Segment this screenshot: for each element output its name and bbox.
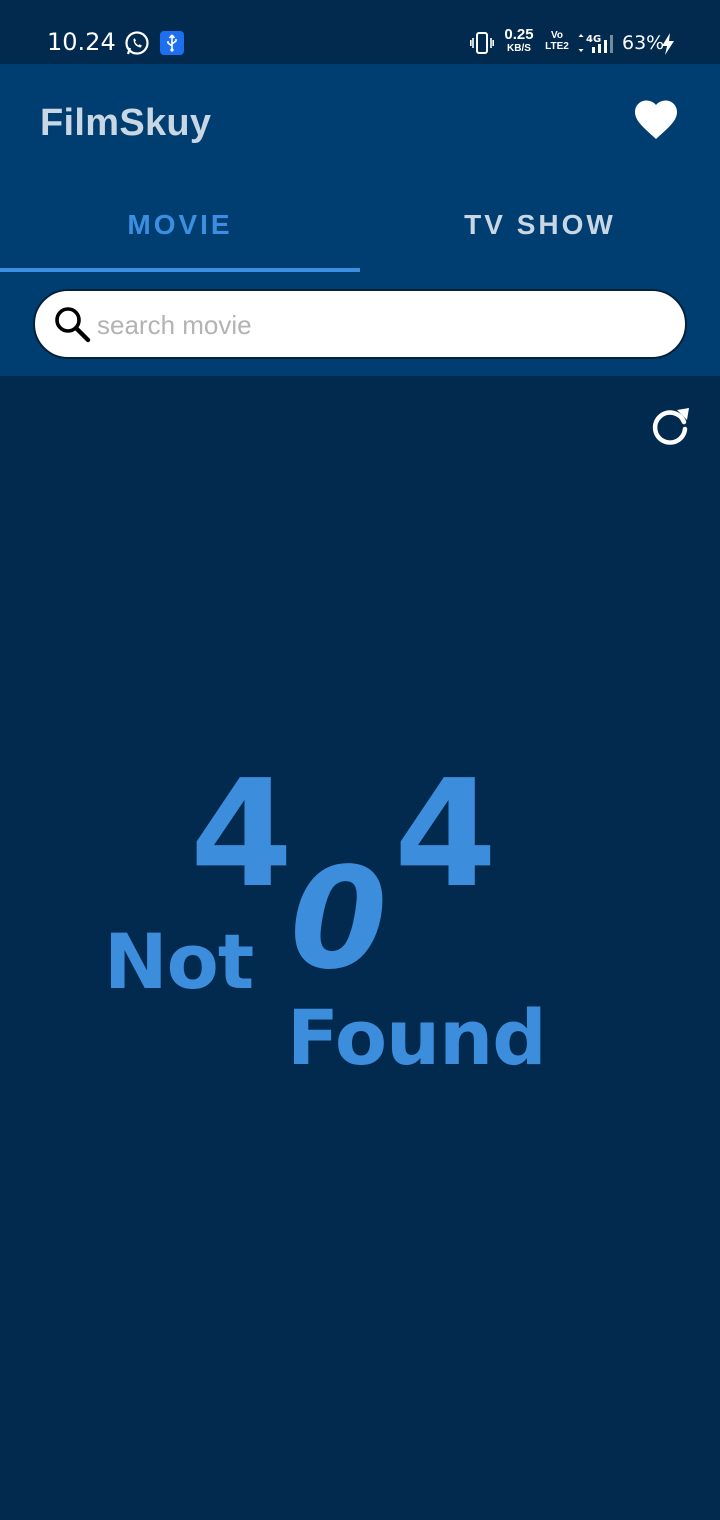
status-time: 10.24	[47, 28, 116, 56]
network-type: 4G	[586, 34, 601, 45]
error-digit-2: 0	[290, 838, 388, 1001]
tab-tv-show[interactable]: TV SHOW	[360, 194, 720, 272]
app-bar: FilmSkuy MOVIE TV SHOW	[0, 64, 720, 376]
error-word-not: Not	[104, 917, 254, 1006]
volte-indicator: Vo LTE2	[543, 30, 571, 52]
vibrate-icon	[470, 32, 494, 54]
battery-level: 63%	[622, 32, 665, 54]
network-speed-unit: KB/S	[507, 43, 531, 54]
signal-icon: 4G	[578, 34, 613, 53]
refresh-icon[interactable]	[646, 402, 694, 450]
volte-line2: LTE2	[545, 41, 569, 52]
search-icon	[55, 307, 91, 343]
usb-icon	[160, 31, 184, 55]
network-speed-value: 0.25	[504, 26, 534, 43]
status-bar: 10.24 0.25 KB/S Vo LTE2 4G 63%	[0, 0, 720, 64]
search-bar[interactable]	[33, 289, 687, 359]
charging-bolt-icon	[662, 33, 674, 55]
search-input[interactable]	[97, 301, 667, 349]
tab-movie[interactable]: MOVIE	[0, 194, 360, 272]
error-digit-3: 4	[394, 748, 497, 920]
tab-bar: MOVIE TV SHOW	[0, 194, 720, 272]
app-title: FilmSkuy	[40, 102, 212, 144]
heart-icon[interactable]	[633, 98, 679, 140]
tab-indicator	[0, 268, 360, 272]
status-indicators: 0.25 KB/S Vo LTE2 4G 63%	[470, 26, 690, 58]
whatsapp-icon	[125, 31, 149, 55]
error-digit-1: 4	[190, 748, 293, 920]
volte-line1: Vo	[550, 30, 564, 41]
network-speed: 0.25 KB/S	[502, 26, 536, 56]
error-word-found: Found	[287, 993, 547, 1082]
